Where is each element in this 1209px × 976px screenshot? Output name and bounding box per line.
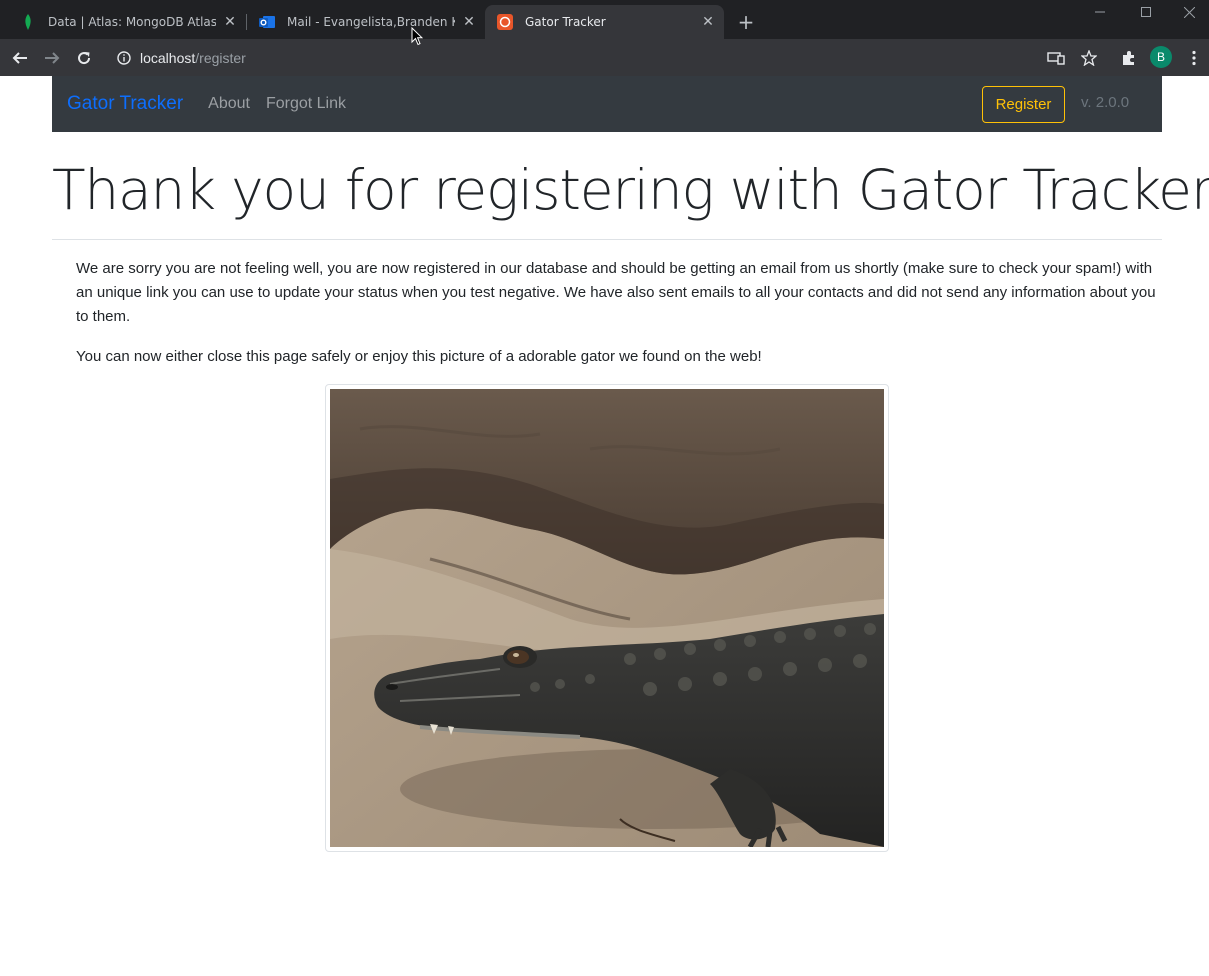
forward-button[interactable] [39, 45, 65, 71]
address-bar[interactable]: localhost/register [106, 43, 1106, 72]
reload-icon [78, 52, 91, 65]
close-window-button[interactable] [1166, 0, 1209, 24]
nav-link-about[interactable]: About [208, 95, 250, 113]
browser-tabstrip: Data | Atlas: MongoDB Atlas ✕ Mail - Eva… [0, 0, 1209, 39]
new-tab-button[interactable]: + [734, 10, 758, 34]
url-path: /register [195, 49, 246, 66]
browser-toolbar: localhost/register B [0, 39, 1209, 76]
mouse-cursor-icon [411, 27, 423, 46]
gator-tracker-icon [497, 14, 513, 30]
minimize-window-button[interactable] [1077, 0, 1123, 24]
gator-photo [330, 389, 884, 847]
url-text: localhost/register [140, 50, 246, 66]
close-tab-icon[interactable]: ✕ [222, 14, 238, 30]
bookmark-button[interactable] [1076, 45, 1102, 71]
star-icon [1081, 50, 1097, 66]
browser-menu-button[interactable] [1181, 45, 1207, 71]
version-label: v. 2.0.0 [1081, 94, 1130, 111]
site-navbar: Gator Tracker About Forgot Link Register… [52, 76, 1162, 132]
devices-icon [1047, 52, 1065, 65]
tab-title: Mail - Evangelista,Branden K - Ou [287, 15, 455, 29]
page-title: Thank you for registering with Gator Tra… [52, 158, 1209, 222]
profile-avatar[interactable]: B [1150, 46, 1172, 68]
reload-button[interactable] [71, 45, 97, 71]
mongodb-leaf-icon [20, 14, 36, 30]
tab-gator-tracker[interactable]: Gator Tracker ✕ [485, 5, 724, 39]
registration-message: We are sorry you are not feeling well, y… [76, 260, 1156, 325]
divider [52, 239, 1162, 240]
tab-mongodb-atlas[interactable]: Data | Atlas: MongoDB Atlas ✕ [8, 5, 246, 39]
gator-image-frame [325, 384, 889, 852]
extensions-button[interactable] [1116, 45, 1142, 71]
url-host: localhost [140, 49, 196, 66]
close-tab-icon[interactable]: ✕ [700, 14, 716, 30]
tab-outlook-mail[interactable]: Mail - Evangelista,Branden K - Ou ✕ [247, 5, 485, 39]
site-info-icon[interactable] [116, 50, 132, 66]
close-tab-icon[interactable]: ✕ [461, 14, 477, 30]
back-button[interactable] [7, 45, 33, 71]
arrow-left-icon [12, 52, 27, 64]
tab-title: Gator Tracker [525, 15, 606, 29]
closing-message: You can now either close this page safel… [76, 348, 762, 365]
nav-link-forgot-link[interactable]: Forgot Link [266, 95, 346, 113]
puzzle-icon [1123, 51, 1134, 65]
arrow-right-icon [45, 52, 60, 64]
cast-button[interactable] [1043, 45, 1069, 71]
register-button[interactable]: Register [982, 86, 1065, 123]
tab-title: Data | Atlas: MongoDB Atlas [48, 15, 216, 29]
maximize-window-button[interactable] [1123, 0, 1169, 24]
brand-link[interactable]: Gator Tracker [67, 93, 183, 115]
outlook-icon [259, 14, 275, 30]
kebab-menu-icon [1192, 50, 1196, 66]
